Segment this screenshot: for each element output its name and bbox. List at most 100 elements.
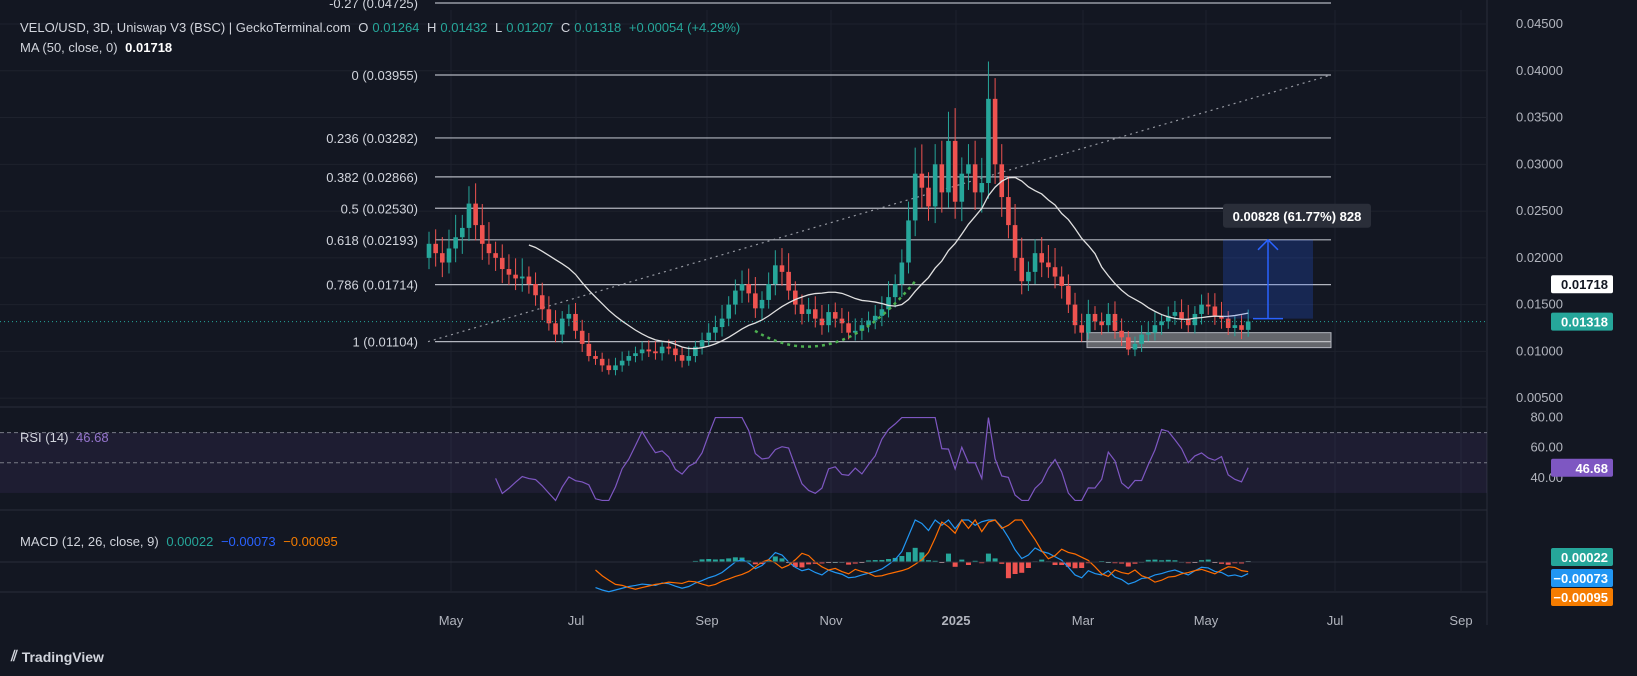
candle-body: [699, 340, 705, 347]
candle-body: [533, 284, 538, 296]
candle-body: [939, 164, 945, 193]
candle-body: [872, 315, 878, 321]
candle-body: [1059, 276, 1064, 286]
candle-body: [912, 173, 918, 221]
macd-histogram-bar: [1019, 562, 1025, 573]
fib-level-label: 0.236 (0.03282): [326, 131, 418, 146]
last-price-label: 0.01318: [1561, 315, 1608, 330]
macd-histogram-bar: [1025, 562, 1031, 568]
macd-histogram-bar: [772, 556, 778, 562]
candle-body: [826, 312, 831, 326]
y-tick-label: 0.02500: [1516, 203, 1563, 218]
macd-value-label: −0.00073: [1553, 571, 1608, 586]
candle-body: [733, 290, 738, 305]
ma-value: 0.01718: [125, 40, 173, 55]
candle-body: [1066, 285, 1071, 305]
candle-body: [979, 183, 985, 193]
ma-legend[interactable]: MA (50, close, 0) 0.01718: [20, 40, 176, 55]
candle-body: [593, 356, 598, 359]
fib-level-label: 0 (0.03955): [352, 68, 419, 83]
candle-body: [1012, 225, 1018, 258]
candle-body: [932, 164, 938, 207]
macd-histogram-bar: [992, 558, 998, 562]
candle-body: [619, 360, 625, 366]
macd-legend[interactable]: MACD (12, 26, close, 9) 0.00022 −0.00073…: [20, 534, 342, 549]
ma-label: MA (50, close, 0): [20, 40, 118, 55]
y-tick-label: 0.03500: [1516, 110, 1563, 125]
rsi-tick-label: 80.00: [1530, 410, 1563, 425]
symbol-header: VELO/USD, 3D, Uniswap V3 (BSC) | GeckoTe…: [20, 20, 741, 35]
fib-level-label: 0.618 (0.02193): [326, 233, 418, 248]
macd-histogram-bar: [945, 553, 951, 562]
candle-body: [1119, 330, 1124, 338]
candle-body: [1112, 313, 1118, 331]
fib-level-label: 0.5 (0.02530): [341, 201, 418, 216]
candle-body: [586, 343, 592, 357]
candle-body: [1032, 253, 1038, 272]
macd-value-label: −0.00095: [1553, 590, 1608, 605]
candle-body: [433, 243, 438, 254]
macd-histogram-bar: [1125, 562, 1131, 567]
y-tick-label: 0.04000: [1516, 63, 1563, 78]
candle-body: [1079, 325, 1084, 333]
candle-body: [646, 349, 652, 352]
candle-body: [486, 243, 492, 254]
macd-histogram-bar: [899, 556, 905, 562]
candle-body: [1199, 304, 1204, 314]
macd-histogram-bar: [1012, 562, 1018, 574]
candle-body: [1052, 267, 1058, 277]
macd-histogram-bar: [799, 562, 805, 568]
macd-line-value: −0.00073: [220, 534, 276, 549]
tradingview-logo[interactable]: ⫽ TradingView: [11, 648, 104, 665]
macd-histogram-bar: [1072, 562, 1078, 569]
candle-body: [1239, 325, 1244, 330]
x-tick-label: Sep: [1449, 613, 1472, 628]
candle-body: [526, 276, 532, 285]
candle-body: [1086, 313, 1091, 333]
candle-body: [506, 269, 512, 275]
candle-body: [1019, 257, 1025, 282]
rsi-legend[interactable]: RSI (14) 46.68: [20, 430, 113, 445]
candle-body: [1039, 253, 1045, 263]
candle-body: [713, 327, 718, 333]
candle-body: [726, 304, 731, 319]
close-value: 0.01318: [574, 20, 622, 35]
candle-body: [1245, 321, 1251, 330]
candle-body: [499, 257, 505, 270]
candle-body: [1179, 312, 1184, 319]
change-value: +0.00054 (+4.29%): [628, 20, 741, 35]
candle-body: [460, 227, 465, 238]
candle-body: [1225, 318, 1231, 328]
rsi-value: 46.68: [76, 430, 109, 445]
x-tick-label: Nov: [819, 613, 843, 628]
candle-body: [579, 330, 585, 344]
candle-body: [573, 313, 578, 331]
candle-body: [1132, 343, 1138, 350]
price-chart[interactable]: 0.04500 0.04000 0.03500 0.03000 0.02500 0.020…: [0, 0, 1637, 676]
candle-body: [719, 318, 725, 328]
candle-body: [966, 164, 971, 174]
candle-body: [626, 356, 632, 361]
candle-body: [1026, 271, 1031, 282]
candle-body: [613, 365, 618, 371]
candle-body: [1205, 304, 1211, 307]
candle-body: [793, 290, 798, 305]
candle-body: [426, 243, 432, 258]
candle-body: [972, 164, 978, 193]
candle-body: [1145, 332, 1151, 335]
candle-body: [599, 358, 605, 366]
candle-body: [1139, 334, 1144, 344]
high-value: 0.01432: [440, 20, 488, 35]
candle-body: [946, 140, 951, 193]
open-value: 0.01264: [372, 20, 420, 35]
x-tick-label: May: [1194, 613, 1219, 628]
candle-body: [806, 309, 811, 314]
x-tick-label: Jul: [1327, 613, 1344, 628]
candle-body: [440, 253, 445, 263]
candle-body: [746, 284, 751, 294]
candle-body: [1006, 197, 1011, 226]
macd-signal-value: −0.00095: [283, 534, 338, 549]
candle-body: [986, 98, 991, 184]
ma-price-label: 0.01718: [1561, 277, 1608, 292]
candle-body: [479, 225, 485, 244]
